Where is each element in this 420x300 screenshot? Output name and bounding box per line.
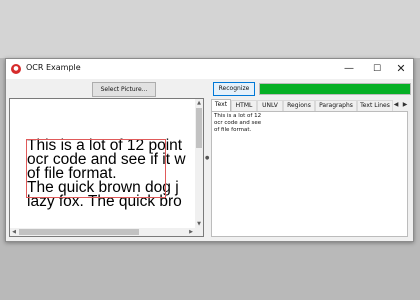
scroll-up-icon[interactable]: ▲ [195, 99, 203, 107]
ocr-output-textbox[interactable]: This is a lot of 12 ocr code and see of … [211, 111, 408, 237]
app-logo-icon: ● [11, 64, 21, 74]
vertical-scrollbar[interactable]: ▲ ▼ [195, 99, 203, 228]
vertical-scroll-thumb[interactable] [196, 108, 202, 148]
output-line: This is a lot of 12 [214, 113, 262, 119]
scroll-right-icon[interactable]: ▶ [187, 228, 195, 236]
tab-html[interactable]: HTML [231, 100, 257, 111]
maximize-button[interactable]: ☐ [365, 59, 389, 79]
result-pane: Recognize Text HTML UNLV Regions Paragra… [209, 79, 411, 239]
title-bar[interactable]: ● OCR Example — ☐ ✕ [6, 59, 413, 79]
tab-text[interactable]: Text [211, 99, 231, 111]
window-title: OCR Example [26, 63, 81, 72]
output-line: of file format. [214, 127, 252, 133]
desktop-background [0, 0, 420, 58]
ocr-region-box [26, 139, 166, 198]
tab-scroll-right-icon[interactable]: ▶ [401, 100, 409, 110]
close-button[interactable]: ✕ [389, 59, 413, 79]
scroll-left-icon[interactable]: ◀ [10, 228, 18, 236]
progress-fill [260, 84, 410, 94]
tab-unlv[interactable]: UNLV [257, 100, 283, 111]
minimize-button[interactable]: — [337, 59, 361, 79]
result-tabs: Text HTML UNLV Regions Paragraphs Text L… [211, 99, 409, 111]
select-picture-button[interactable]: Select Picture... [92, 82, 156, 97]
recognition-progress-bar [259, 83, 411, 95]
tab-scroll-left-icon[interactable]: ◀ [392, 100, 400, 110]
output-line: ocr code and see [214, 120, 262, 126]
tab-regions[interactable]: Regions [283, 100, 315, 111]
ocr-window: ● OCR Example — ☐ ✕ Select Picture... Th… [5, 58, 414, 242]
image-viewer[interactable]: This is a lot of 12 point ocr code and s… [9, 98, 204, 237]
horizontal-scrollbar[interactable]: ◀ ▶ [10, 228, 203, 236]
tab-text-lines[interactable]: Text Lines [357, 100, 393, 111]
scroll-down-icon[interactable]: ▼ [195, 220, 203, 228]
recognize-button[interactable]: Recognize [213, 82, 255, 96]
horizontal-scroll-thumb[interactable] [19, 229, 139, 235]
image-pane: Select Picture... This is a lot of 12 po… [7, 79, 204, 239]
tab-paragraphs[interactable]: Paragraphs [315, 100, 357, 111]
